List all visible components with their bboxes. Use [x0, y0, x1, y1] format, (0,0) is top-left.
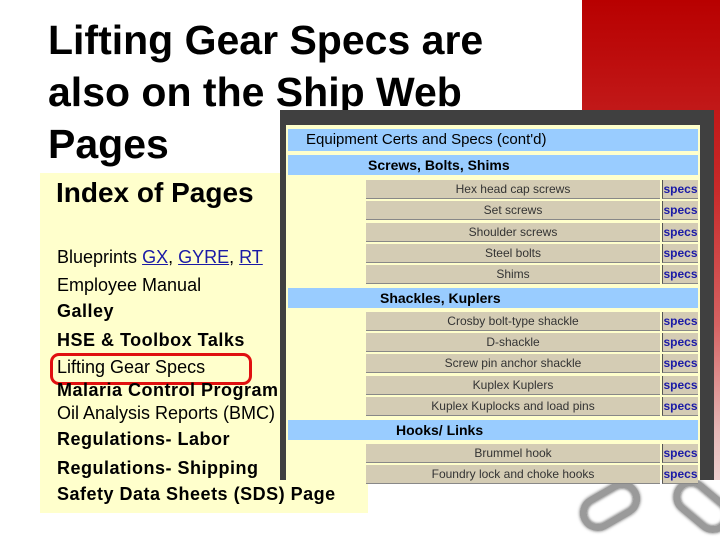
item-name: Steel bolts: [366, 244, 660, 263]
table-row: Shoulder screws specs: [366, 223, 698, 242]
specs-link[interactable]: specs: [662, 312, 698, 331]
blueprint-link-rt[interactable]: RT: [239, 247, 263, 267]
table-row: Hex head cap screws specs: [366, 180, 698, 199]
blueprints-label: Blueprints: [57, 247, 138, 267]
table-row: Crosby bolt-type shackle specs: [366, 312, 698, 331]
table-row: Kuplex Kuplocks and load pins specs: [366, 397, 698, 416]
item-name: Kuplex Kuplers: [366, 376, 660, 395]
index-title: Index of Pages: [56, 177, 254, 208]
specs-link[interactable]: specs: [662, 244, 698, 263]
title-line: Lifting Gear Specs are: [48, 17, 484, 63]
item-name: Set screws: [366, 201, 660, 220]
specs-web-page: Equipment Certs and Specs (cont'd) Screw…: [280, 110, 714, 484]
item-name: D-shackle: [366, 333, 660, 352]
blueprint-link-gx[interactable]: GX: [142, 247, 168, 267]
specs-link[interactable]: specs: [662, 444, 698, 463]
specs-link[interactable]: specs: [662, 465, 698, 484]
index-item-hse-toolbox[interactable]: HSE & Toolbox Talks: [57, 330, 245, 351]
specs-link[interactable]: specs: [662, 180, 698, 199]
specs-link[interactable]: specs: [662, 376, 698, 395]
table-row: Shims specs: [366, 265, 698, 284]
item-name: Brummel hook: [366, 444, 660, 463]
specs-link[interactable]: specs: [662, 354, 698, 373]
specs-page-header: Equipment Certs and Specs (cont'd): [288, 129, 698, 151]
specs-link[interactable]: specs: [662, 397, 698, 416]
table-row: Foundry lock and choke hooks specs: [366, 465, 698, 484]
chain-image: [573, 471, 720, 540]
specs-link[interactable]: specs: [662, 201, 698, 220]
specs-page-body: Equipment Certs and Specs (cont'd) Screw…: [286, 125, 700, 484]
item-name: Hex head cap screws: [366, 180, 660, 199]
table-row: Set screws specs: [366, 201, 698, 220]
index-item-regulations-shipping[interactable]: Regulations- Shipping: [57, 458, 259, 479]
section-header: Screws, Bolts, Shims: [288, 155, 698, 175]
index-item-galley[interactable]: Galley: [57, 301, 114, 322]
table-row: D-shackle specs: [366, 333, 698, 352]
blueprints-item: Blueprints GX, GYRE, RT: [57, 247, 263, 267]
section-header: Hooks/ Links: [288, 420, 698, 440]
table-row: Kuplex Kuplers specs: [366, 376, 698, 395]
index-item-sds[interactable]: Safety Data Sheets (SDS) Page: [57, 484, 336, 505]
item-name: Foundry lock and choke hooks: [366, 465, 660, 484]
item-name: Kuplex Kuplocks and load pins: [366, 397, 660, 416]
item-name: Shims: [366, 265, 660, 284]
specs-link[interactable]: specs: [662, 333, 698, 352]
index-item-oil-analysis[interactable]: Oil Analysis Reports (BMC): [57, 403, 275, 424]
specs-link[interactable]: specs: [662, 223, 698, 242]
specs-link[interactable]: specs: [662, 265, 698, 284]
item-name: Shoulder screws: [366, 223, 660, 242]
item-name: Crosby bolt-type shackle: [366, 312, 660, 331]
section-header: Shackles, Kuplers: [288, 288, 698, 308]
table-row: Screw pin anchor shackle specs: [366, 354, 698, 373]
table-row: Brummel hook specs: [366, 444, 698, 463]
item-name: Screw pin anchor shackle: [366, 354, 660, 373]
blueprint-link-gyre[interactable]: GYRE: [178, 247, 229, 267]
index-item-regulations-labor[interactable]: Regulations- Labor: [57, 429, 230, 450]
index-item-employee-manual[interactable]: Employee Manual: [57, 275, 201, 296]
index-item-malaria-control[interactable]: Malaria Control Program: [57, 380, 279, 401]
table-row: Steel bolts specs: [366, 244, 698, 263]
